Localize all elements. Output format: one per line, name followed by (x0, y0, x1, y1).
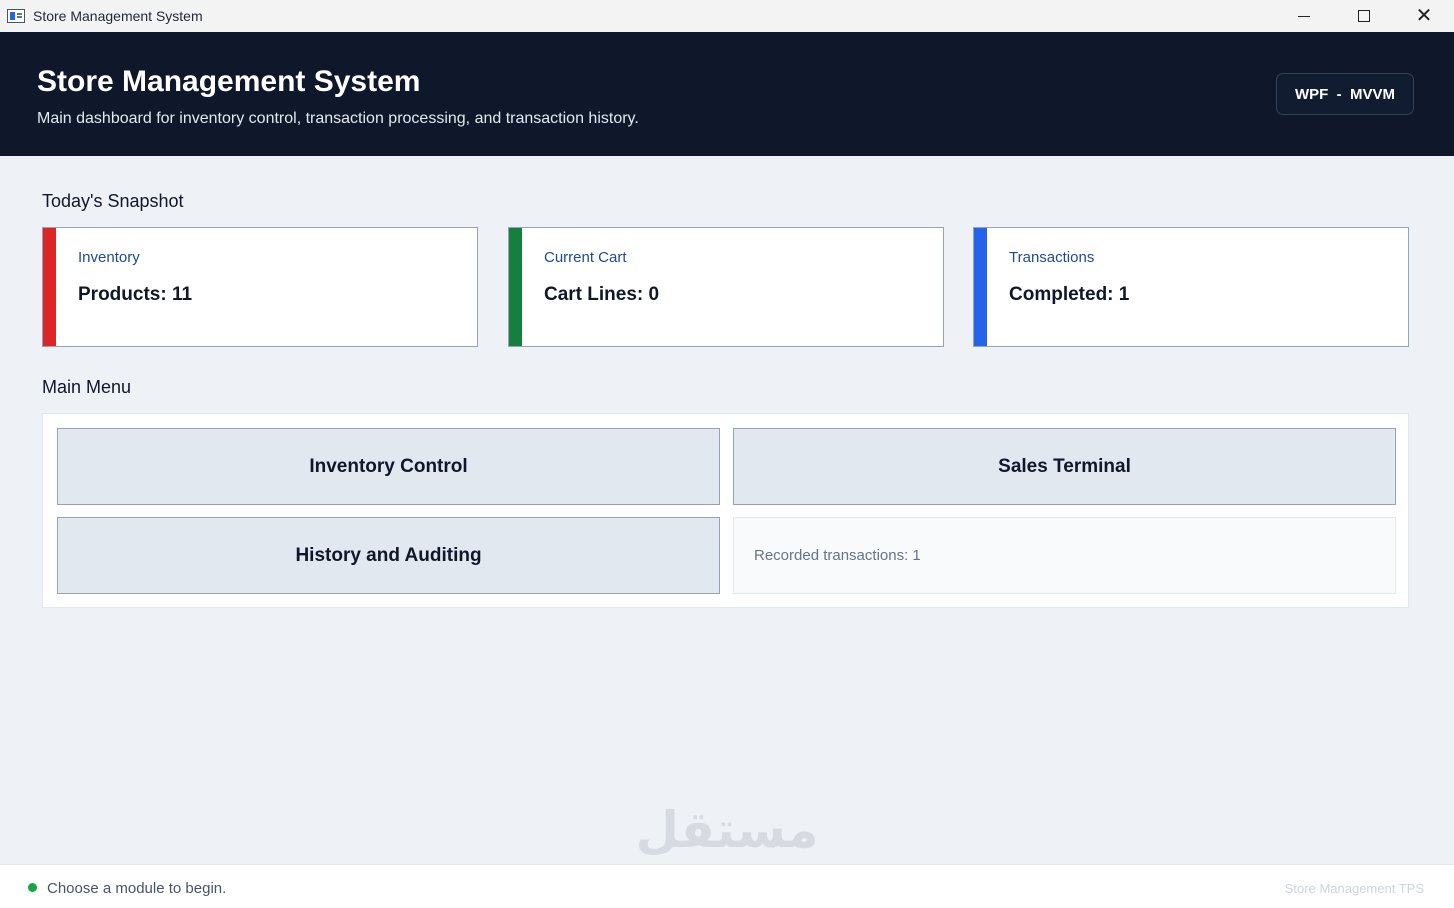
window-titlebar: Store Management System ✕ (0, 0, 1454, 32)
transactions-card-label: Transactions (1009, 249, 1095, 266)
window-title: Store Management System (33, 8, 203, 24)
inventory-card: Inventory Products: 11 (42, 227, 478, 347)
inventory-control-button[interactable]: Inventory Control (57, 428, 720, 505)
status-indicator-icon (28, 883, 37, 892)
sales-terminal-button[interactable]: Sales Terminal (733, 428, 1396, 505)
status-bar: Choose a module to begin. Store Manageme… (0, 864, 1454, 908)
current-cart-card-accent (509, 228, 522, 346)
maximize-icon (1358, 10, 1370, 22)
close-button[interactable]: ✕ (1394, 0, 1454, 32)
page-subtitle: Main dashboard for inventory control, tr… (37, 110, 639, 127)
minimize-icon (1298, 15, 1310, 17)
tech-badge: WPF - MVVM (1276, 73, 1414, 115)
transactions-card-accent (974, 228, 987, 346)
maximize-button[interactable] (1334, 0, 1394, 32)
window-controls: ✕ (1274, 0, 1454, 32)
status-message: Choose a module to begin. (47, 880, 227, 897)
app-header: Store Management System Main dashboard f… (0, 32, 1454, 156)
inventory-card-value: Products: 11 (78, 284, 193, 305)
snapshot-section-title: Today's Snapshot (42, 191, 184, 211)
watermark-arabic: مستقل (635, 801, 819, 859)
transactions-card-value: Completed: 1 (1009, 284, 1130, 305)
recorded-transactions-info: Recorded transactions: 1 (733, 517, 1396, 594)
main-menu-title: Main Menu (42, 377, 132, 397)
status-app-name: Store Management TPS (1284, 881, 1424, 896)
transactions-card: Transactions Completed: 1 (973, 227, 1409, 347)
close-icon: ✕ (1415, 5, 1433, 27)
page-title: Store Management System (37, 65, 421, 98)
inventory-card-accent (43, 228, 56, 346)
app-window-icon (7, 9, 25, 23)
inventory-card-label: Inventory (78, 249, 140, 266)
history-auditing-button[interactable]: History and Auditing (57, 517, 720, 594)
current-cart-card-value: Cart Lines: 0 (544, 284, 660, 305)
current-cart-card: Current Cart Cart Lines: 0 (508, 227, 944, 347)
main-menu-panel: Inventory Control Sales Terminal History… (42, 413, 1409, 608)
current-cart-card-label: Current Cart (544, 249, 627, 266)
minimize-button[interactable] (1274, 0, 1334, 32)
